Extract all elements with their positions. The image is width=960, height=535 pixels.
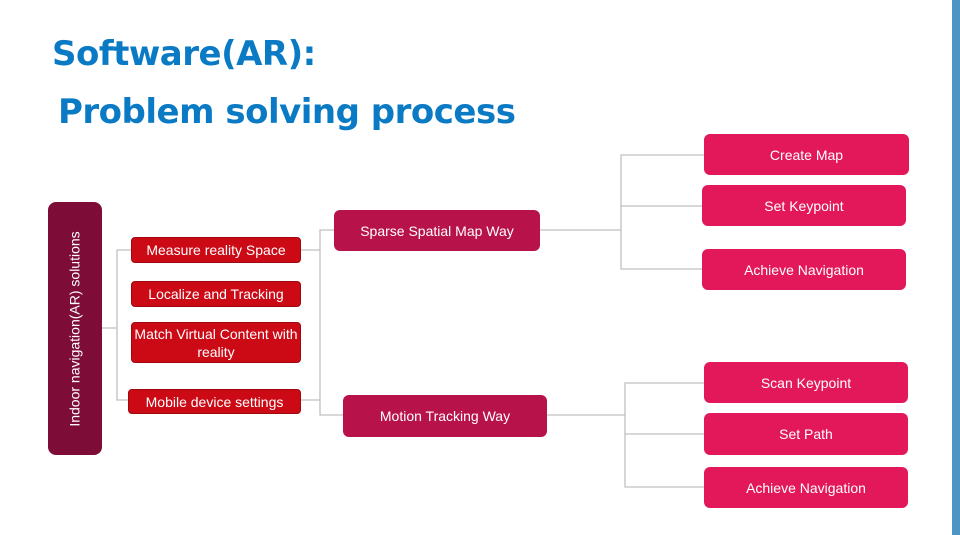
approach-node-sparse-spatial-map: Sparse Spatial Map Way (334, 210, 540, 251)
step-node-achieve-navigation-1: Achieve Navigation (702, 249, 906, 290)
connector-root-requirements (102, 249, 131, 401)
step-node-scan-keypoint: Scan Keypoint (704, 362, 908, 403)
connector-approach1-steps (540, 154, 704, 270)
step-node-set-keypoint: Set Keypoint (702, 185, 906, 226)
root-node: Indoor navigation(AR) solutions (48, 202, 102, 455)
step-node-create-map: Create Map (704, 134, 909, 175)
requirement-node-measure: Measure reality Space (131, 237, 301, 263)
requirement-node-match: Match Virtual Content with reality (131, 322, 301, 363)
requirement-node-localize: Localize and Tracking (131, 281, 301, 307)
connector-requirements-approaches (301, 229, 343, 416)
connector-approach2-steps (547, 382, 704, 488)
requirement-node-mobile: Mobile device settings (128, 389, 301, 414)
root-node-label: Indoor navigation(AR) solutions (67, 230, 83, 427)
approach-node-motion-tracking: Motion Tracking Way (343, 395, 547, 437)
step-node-set-path: Set Path (704, 413, 908, 455)
step-node-achieve-navigation-2: Achieve Navigation (704, 467, 908, 508)
